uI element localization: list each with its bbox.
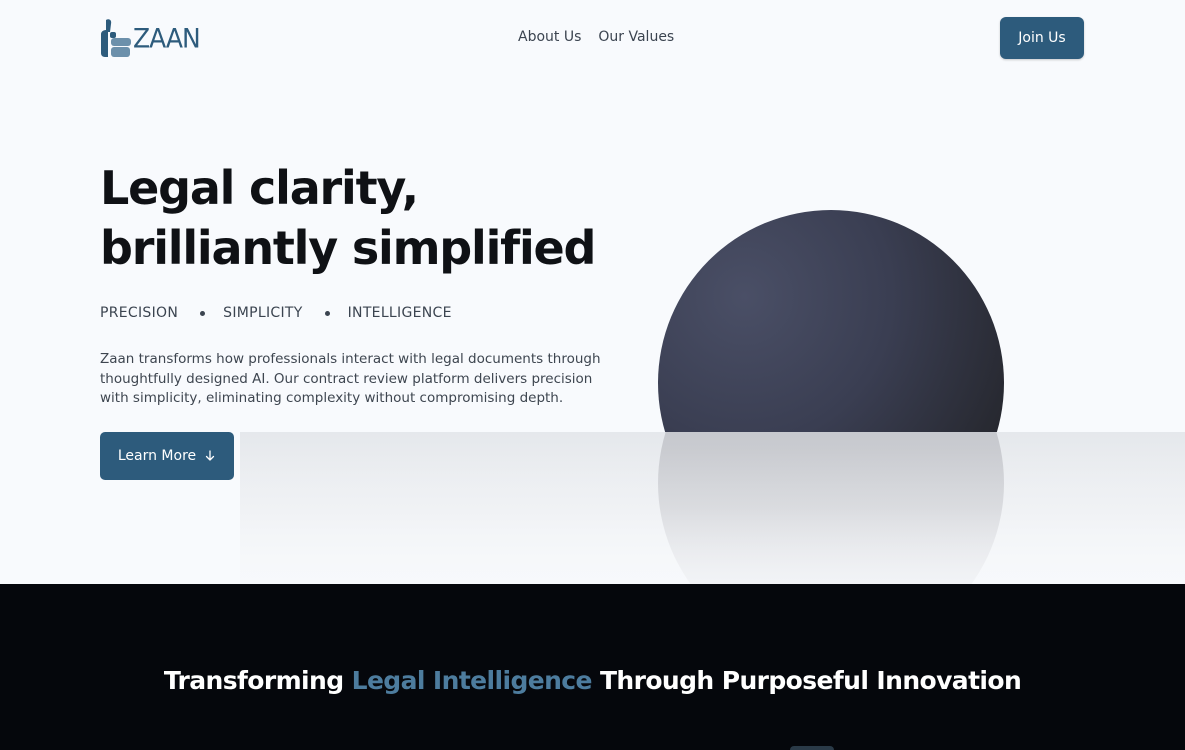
mission-heading-start: Transforming: [163, 666, 352, 695]
hero-title: Legal clarity, brilliantly simplified: [100, 158, 596, 278]
tag-precision: PRECISION: [100, 305, 179, 321]
separator-dot: [324, 310, 330, 316]
mission-heading: Transforming Legal Intelligence Through …: [0, 666, 1185, 695]
separator-dot: [200, 310, 206, 316]
mission-section: Transforming Legal Intelligence Through …: [0, 584, 1185, 750]
brand-logo[interactable]: ZAAN: [100, 18, 201, 58]
section-indicator: [790, 746, 834, 750]
value-tags: PRECISION SIMPLICITY INTELLIGENCE: [100, 305, 452, 321]
learn-more-label: Learn More: [117, 448, 197, 464]
learn-more-button[interactable]: Learn More: [100, 432, 234, 480]
hero-title-line-2: brilliantly simplified: [100, 221, 596, 275]
nav-link-about-us[interactable]: About Us: [518, 29, 581, 45]
nav-link-our-values[interactable]: Our Values: [598, 29, 674, 45]
join-us-button[interactable]: Join Us: [1000, 17, 1084, 59]
brand-name: ZAAN: [133, 23, 201, 54]
mission-heading-accent: Legal Intelligence: [351, 666, 593, 695]
sphere-reflection-graphic: [658, 432, 1004, 584]
sphere-reflection-shape: [658, 432, 1004, 584]
tag-simplicity: SIMPLICITY: [223, 305, 303, 321]
arrow-down-icon: [204, 450, 216, 462]
nav-links: About Us Our Values: [518, 29, 674, 45]
hero-description: Zaan transforms how professionals intera…: [100, 351, 601, 406]
tag-intelligence: INTELLIGENCE: [347, 305, 452, 321]
top-navigation: ZAAN About Us Our Values Join Us: [0, 0, 1185, 78]
thumbs-up-logo-icon: [100, 18, 132, 58]
mission-heading-end: Through Purposeful Innovation: [591, 666, 1022, 695]
hero-title-line-1: Legal clarity,: [100, 161, 419, 215]
